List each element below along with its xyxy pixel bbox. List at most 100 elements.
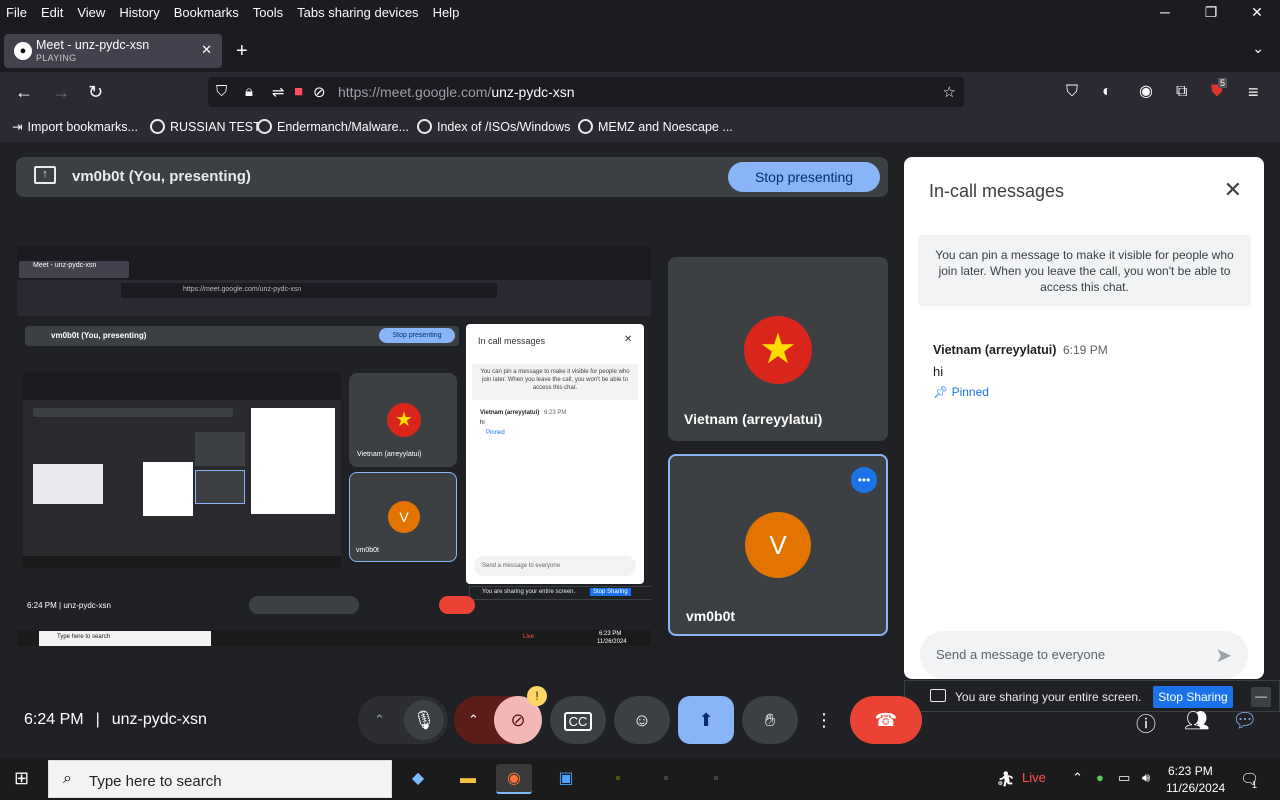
app-icon-dim[interactable]: ▪ xyxy=(648,764,684,794)
meeting-details-icon[interactable]: ⓘ xyxy=(1136,708,1156,737)
microphone-icon[interactable]: 🎙︎ xyxy=(404,700,444,740)
bookmark-import[interactable]: ⇥ Import bookmarks... xyxy=(12,119,138,135)
stop-presenting-button[interactable]: Stop presenting xyxy=(728,162,880,192)
taskbar-search-placeholder: Type here to search xyxy=(89,773,222,790)
menu-edit[interactable]: Edit xyxy=(35,5,71,20)
menu-bookmarks[interactable]: Bookmarks xyxy=(168,5,247,20)
taskbar-time[interactable]: 6:23 PM xyxy=(1168,764,1213,778)
volume-icon[interactable]: 🔊︎ xyxy=(1142,770,1150,786)
pocket-icon[interactable]: ⛉ xyxy=(1066,82,1078,102)
mirror-avatar-v: V xyxy=(388,501,420,533)
participant-tile-self: ••• V vm0b0t xyxy=(668,454,888,636)
browser-menubar: File Edit View History Bookmarks Tools T… xyxy=(0,0,1280,24)
list-tabs-chevron-icon[interactable]: ⌄ xyxy=(1252,40,1264,57)
emoji-icon: ☺ xyxy=(632,710,652,730)
menu-tools[interactable]: Tools xyxy=(247,5,291,20)
mic-blocked-icon[interactable]: ⊘ xyxy=(313,83,326,101)
chevron-up-icon[interactable]: ⌃ xyxy=(468,696,479,744)
vietnam-flag-avatar-icon: ★ xyxy=(744,316,812,384)
mirror-controls xyxy=(249,596,359,614)
stop-sharing-button[interactable]: Stop Sharing xyxy=(1153,686,1233,708)
mirror-bookmarks xyxy=(17,302,651,316)
close-tab-icon[interactable]: ✕ xyxy=(201,42,212,58)
mirror-tile-name: Vietnam (arreyylatui) xyxy=(357,451,422,458)
tray-chevron-icon[interactable]: ⌃ xyxy=(1072,770,1083,786)
permissions-icon[interactable]: ⇌ xyxy=(272,83,285,101)
bookmark-endermanch[interactable]: Endermanch/Malware... xyxy=(257,119,409,134)
reactions-button[interactable]: ☺ xyxy=(614,696,670,744)
url-text: https://meet.google.com/unz-pydc-xsn xyxy=(338,84,575,100)
chat-icon[interactable]: 💬︎ xyxy=(1232,708,1257,733)
bookmark-russian-test[interactable]: RUSSIAN TEST xyxy=(150,119,261,134)
present-button[interactable]: ⬆ xyxy=(678,696,734,744)
mirror-clock: 6:24 PM | unz-pydc-xsn xyxy=(27,601,111,610)
bookmark-star-icon[interactable]: ☆ xyxy=(943,83,956,101)
participant-name: vm0b0t xyxy=(686,608,736,624)
app-icon-dim[interactable]: ▪ xyxy=(600,764,636,794)
app-icon[interactable]: ▣ xyxy=(548,764,584,794)
bookmark-label: RUSSIAN TEST xyxy=(170,119,261,134)
nba-icon[interactable]: ⛹︎ xyxy=(996,770,1015,788)
close-window-icon[interactable]: ✕ xyxy=(1234,0,1280,24)
new-tab-icon[interactable]: + xyxy=(236,40,248,63)
navigation-bar: ← → ↻ ⛉ 🔒︎ ⇌ ■ ⊘ https://meet.google.com… xyxy=(0,72,1280,112)
mirror-close-icon: ✕ xyxy=(624,334,633,345)
mic-button[interactable]: ⌃ 🎙︎ xyxy=(358,696,448,744)
menu-file[interactable]: File xyxy=(0,5,35,20)
sync-icon[interactable]: ◐ xyxy=(1102,82,1112,102)
screen-share-preview: Meet - unz-pydc-xsn https://meet.google.… xyxy=(16,245,652,647)
globe-icon xyxy=(417,119,432,134)
url-bar[interactable]: ⛉ 🔒︎ ⇌ ■ ⊘ https://meet.google.com/unz-p… xyxy=(208,77,964,107)
chat-input[interactable]: Send a message to everyone ➤ xyxy=(920,631,1248,679)
file-explorer-icon[interactable]: ▬ xyxy=(450,764,486,794)
captions-button[interactable]: CC xyxy=(550,696,606,744)
people-icon[interactable]: 👥︎ xyxy=(1184,708,1209,733)
mirror-chat-panel: In call messages ✕ You can pin a message… xyxy=(466,324,644,584)
close-chat-icon[interactable]: ✕ xyxy=(1224,177,1242,203)
app-menu-icon[interactable]: ≡ xyxy=(1248,82,1259,102)
windows-start-icon[interactable]: ⊞ xyxy=(14,768,29,789)
menu-tabs-sharing-devices[interactable]: Tabs sharing devices xyxy=(291,5,426,20)
camera-button[interactable]: ⌃ ⊘! xyxy=(454,686,547,744)
mirror-end-call xyxy=(439,596,475,614)
bookmark-memz[interactable]: MEMZ and Noescape ... xyxy=(578,119,733,134)
live-label[interactable]: Live xyxy=(1022,770,1046,785)
pin-icon: 📌︎ xyxy=(933,385,952,399)
send-icon[interactable]: ➤ xyxy=(1215,643,1232,668)
app-icon-dim[interactable]: ▪ xyxy=(698,764,734,794)
more-options-button[interactable]: ⋮ xyxy=(806,696,842,744)
copilot-icon[interactable]: ◆ xyxy=(400,764,436,794)
camera-sharing-icon[interactable]: ■ xyxy=(294,83,303,100)
minimize-icon[interactable]: ─ xyxy=(1142,0,1188,24)
tracking-shield-icon[interactable]: ⛉ xyxy=(216,83,227,100)
people-tray-icon[interactable]: ● xyxy=(1096,770,1104,785)
import-icon: ⇥ xyxy=(12,120,23,134)
mirror-stop-sharing: Stop Sharing xyxy=(590,588,631,596)
forward-icon[interactable]: → xyxy=(52,82,70,102)
back-icon[interactable]: ← xyxy=(15,82,33,102)
chevron-up-icon[interactable]: ⌃ xyxy=(374,696,385,744)
reload-icon[interactable]: ↻ xyxy=(88,82,103,102)
menu-history[interactable]: History xyxy=(113,5,167,20)
leave-call-button[interactable]: ☎︎ xyxy=(850,696,922,744)
mirror-tab-title: Meet - unz-pydc-xsn xyxy=(33,262,97,269)
taskbar-search-box[interactable]: ⌕ Type here to search xyxy=(48,760,392,798)
mirror-share-text: You are sharing your entire screen. xyxy=(482,589,576,595)
extensions-icon[interactable]: ⧉ xyxy=(1176,82,1187,102)
tab-meet[interactable]: ● Meet - unz-pydc-xsn PLAYING ✕ xyxy=(4,34,222,68)
taskbar-date[interactable]: 11/26/2024 xyxy=(1166,781,1225,795)
meeting-time: 6:24 PM xyxy=(24,711,84,728)
menu-help[interactable]: Help xyxy=(427,5,468,20)
end-call-icon: ☎︎ xyxy=(874,710,898,730)
pinned-label[interactable]: 📌︎ Pinned xyxy=(933,385,989,399)
network-icon[interactable]: ▭ xyxy=(1118,770,1130,786)
raise-hand-button[interactable]: ✋︎ xyxy=(742,696,798,744)
lock-icon[interactable]: 🔒︎ xyxy=(245,83,253,100)
minimize-share-bar-icon[interactable]: — xyxy=(1251,687,1271,707)
firefox-icon[interactable]: ◉ xyxy=(496,764,532,794)
menu-view[interactable]: View xyxy=(71,5,113,20)
more-options-icon[interactable]: ••• xyxy=(851,467,877,493)
bookmark-isos[interactable]: Index of /ISOs/Windows xyxy=(417,119,570,134)
account-icon[interactable]: ◉ xyxy=(1139,82,1153,102)
restore-icon[interactable]: ❐ xyxy=(1188,0,1234,24)
